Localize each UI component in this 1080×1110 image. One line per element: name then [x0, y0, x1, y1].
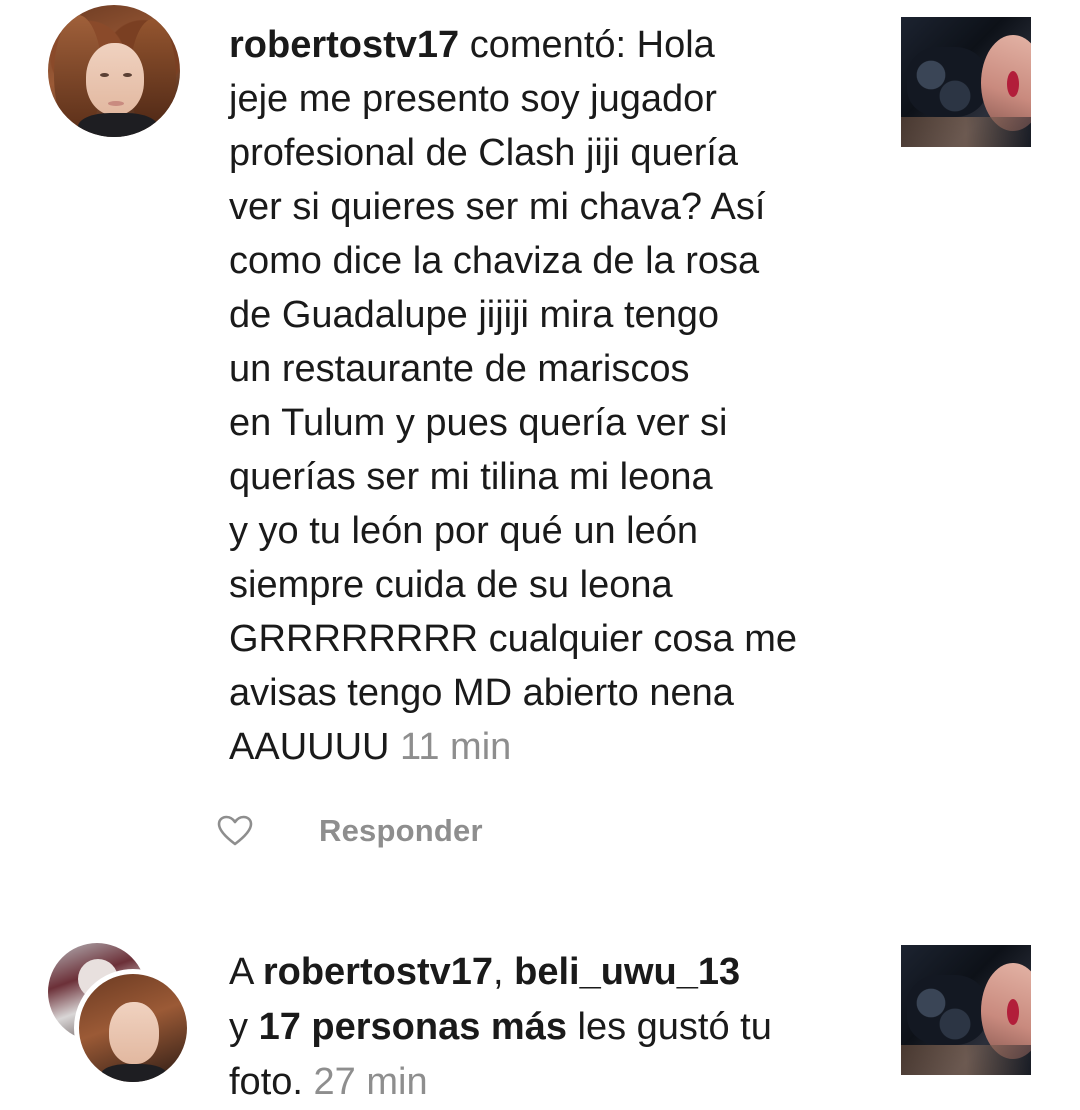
comment-line: ver si quieres ser mi chava? Así	[229, 186, 766, 228]
avatar-eye	[100, 73, 109, 77]
comment-line: profesional de Clash jiji quería	[229, 132, 739, 174]
avatar-lip	[108, 101, 124, 106]
notif-user-2[interactable]: beli_uwu_13	[514, 951, 740, 993]
comment-line: querías ser mi tilina mi leona	[229, 456, 713, 498]
avatar-shirt	[101, 1064, 167, 1082]
like-notification-text: A robertostv17, beli_uwu_13y 17 personas…	[229, 945, 869, 1110]
comment-line: avisas tengo MD abierto nena	[229, 672, 734, 714]
thumbnail-shade	[901, 117, 1031, 147]
notif-prefix: A	[229, 951, 263, 993]
notif-line3: foto.	[229, 1061, 303, 1103]
notif-separator: ,	[493, 951, 515, 993]
comment-line: como dice la chaviza de la rosa	[229, 240, 760, 282]
notif-timestamp: 27 min	[313, 1061, 428, 1103]
comment-line: GRRRRRRRR cualquier cosa me	[229, 618, 798, 660]
notif-suffix: les gustó tu	[566, 1006, 772, 1048]
post-thumbnail[interactable]	[901, 17, 1031, 147]
comment-timestamp: 11 min	[400, 726, 512, 768]
comment-line: en Tulum y pues quería ver si	[229, 402, 728, 444]
comment-username[interactable]: robertostv17	[229, 24, 459, 66]
post-thumbnail[interactable]	[901, 945, 1031, 1075]
heart-icon[interactable]	[217, 815, 253, 847]
liker-avatar-front	[74, 969, 192, 1087]
commenter-avatar[interactable]	[48, 5, 180, 137]
comment-verb: comentó:	[459, 24, 637, 66]
notif-user-1[interactable]: robertostv17	[263, 951, 493, 993]
reply-button[interactable]: Responder	[319, 813, 483, 849]
comment-line: jeje me presento soy jugador	[229, 78, 717, 120]
notif-line2-prefix: y	[229, 1006, 259, 1048]
comment-line: AAUUUU	[229, 726, 390, 768]
thumbnail-lips	[1007, 999, 1019, 1025]
liker-avatars[interactable]	[46, 943, 192, 1087]
comment-line: de Guadalupe jijiji mira tengo	[229, 294, 720, 336]
comment-line: Hola	[636, 24, 715, 66]
avatar-shirt	[78, 113, 158, 137]
comment-line: y yo tu león por qué un león	[229, 510, 699, 552]
notif-others[interactable]: 17 personas más	[259, 1006, 567, 1048]
thumbnail-hair	[907, 975, 987, 1045]
thumbnail-shade	[901, 1045, 1031, 1075]
comment-line: siempre cuida de su leona	[229, 564, 673, 606]
thumbnail-hair	[907, 47, 987, 117]
comment-actions: Responder	[217, 808, 483, 854]
avatar-face	[109, 1002, 159, 1064]
comment-line: un restaurante de mariscos	[229, 348, 690, 390]
comment-text: robertostv17 comentó: Hola jeje me presen…	[229, 18, 849, 774]
avatar-eye	[123, 73, 132, 77]
thumbnail-lips	[1007, 71, 1019, 97]
